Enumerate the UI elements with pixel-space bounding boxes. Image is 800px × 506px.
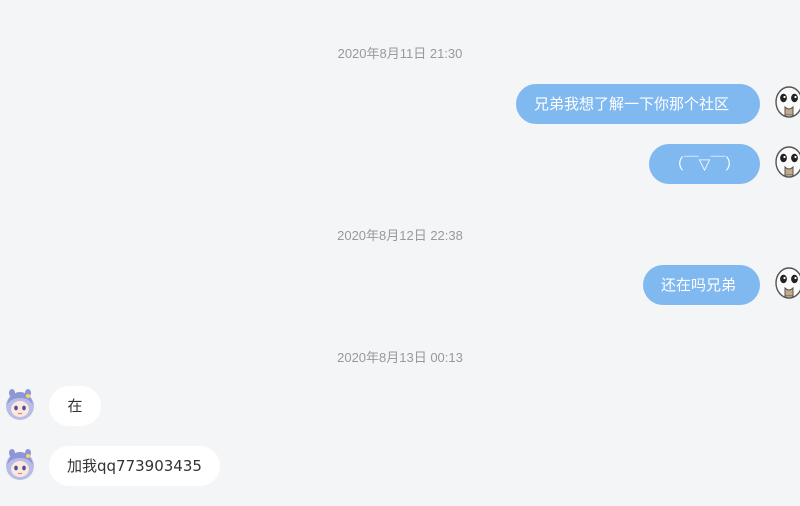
white-sticker-avatar-icon[interactable] [772, 86, 800, 120]
outgoing-message-bubble[interactable]: （￣▽￣） [649, 144, 760, 184]
anime-girl-avatar-icon[interactable] [3, 447, 37, 481]
outgoing-message-bubble[interactable]: 还在吗兄弟 [643, 265, 760, 305]
chat-window: 2020年8月11日 21:30 兄弟我想了解一下你那个社区 （￣▽￣） 202… [0, 0, 800, 506]
white-sticker-avatar-icon[interactable] [772, 146, 800, 180]
anime-girl-avatar-icon[interactable] [3, 387, 37, 421]
outgoing-message-bubble[interactable]: 兄弟我想了解一下你那个社区 [516, 84, 760, 124]
message-timestamp: 2020年8月13日 00:13 [337, 350, 463, 365]
incoming-message-bubble[interactable]: 加我qq773903435 [49, 446, 220, 486]
white-sticker-avatar-icon[interactable] [772, 267, 800, 301]
message-timestamp: 2020年8月12日 22:38 [337, 228, 463, 243]
message-timestamp: 2020年8月11日 21:30 [337, 46, 463, 61]
incoming-message-bubble[interactable]: 在 [49, 386, 101, 426]
